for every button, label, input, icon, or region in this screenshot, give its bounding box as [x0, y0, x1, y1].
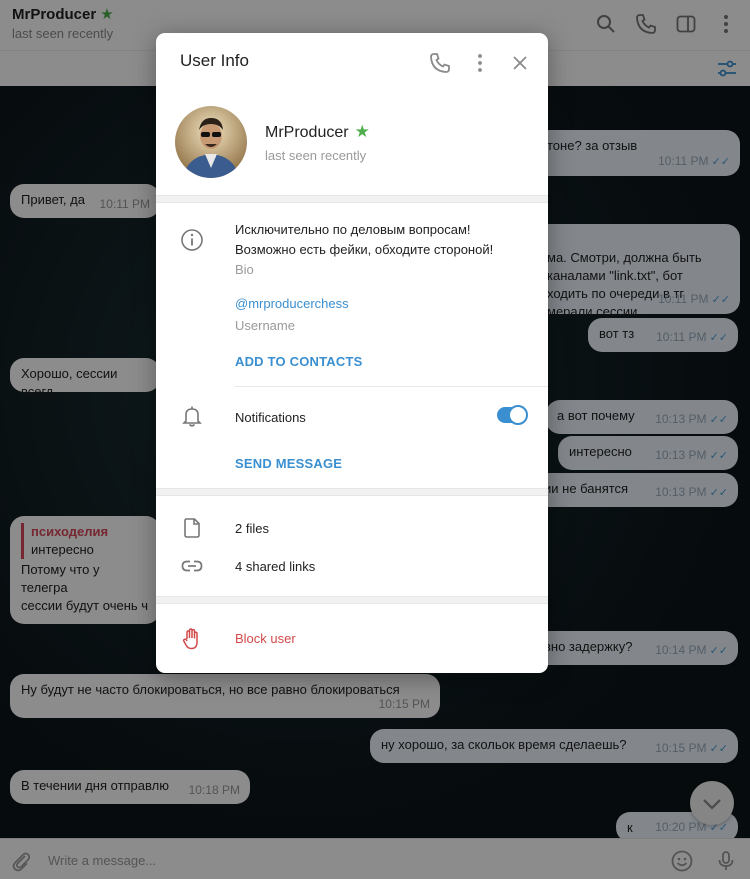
profile-status: last seen recently	[265, 148, 367, 163]
send-message-button[interactable]: SEND MESSAGE	[235, 456, 342, 471]
row-divider	[235, 386, 548, 387]
notifications-label: Notifications	[235, 410, 306, 425]
section-divider	[156, 195, 548, 203]
bio-text: Исключительно по деловым вопросам! Возмо…	[235, 222, 494, 257]
shared-links[interactable]: 4 shared links	[235, 559, 315, 574]
section-divider	[156, 488, 548, 496]
avatar[interactable]	[175, 106, 247, 178]
file-icon	[179, 515, 205, 541]
toggle-knob	[508, 405, 528, 425]
user-info-modal: User Info MrProducer ★ last seen recently…	[156, 33, 548, 673]
shared-files[interactable]: 2 files	[235, 521, 269, 536]
notifications-toggle[interactable]	[497, 405, 528, 425]
phone-icon[interactable]	[428, 51, 452, 75]
modal-title: User Info	[180, 51, 249, 70]
info-icon	[179, 227, 205, 253]
bell-icon	[179, 403, 205, 429]
username-caption: Username	[235, 318, 295, 333]
username-link[interactable]: @mrproducerchess	[235, 296, 349, 311]
bio-caption: Bio	[235, 262, 254, 277]
link-icon	[179, 553, 205, 579]
section-divider	[156, 596, 548, 604]
add-to-contacts-button[interactable]: ADD TO CONTACTS	[235, 354, 362, 369]
more-icon[interactable]	[468, 51, 492, 75]
profile-name: MrProducer ★	[265, 122, 370, 141]
hand-icon	[179, 626, 205, 652]
close-icon[interactable]	[508, 51, 532, 75]
verified-star-icon: ★	[354, 122, 370, 141]
block-user-button[interactable]: Block user	[235, 631, 296, 646]
